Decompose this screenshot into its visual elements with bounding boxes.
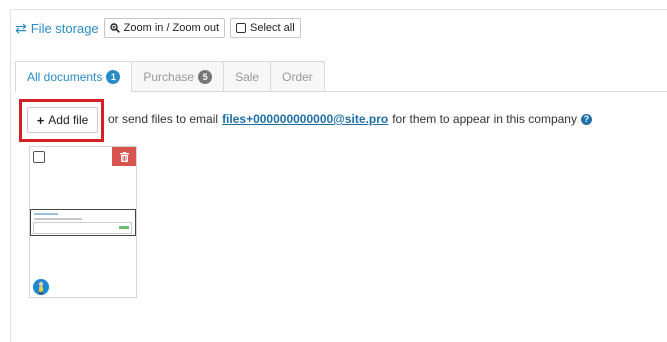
document-tabs: All documents 1 Purchase 5 Sale Order — [15, 61, 325, 92]
file-storage-label: File storage — [30, 20, 99, 36]
thumbnail-detail — [119, 226, 129, 229]
magnifier-icon — [109, 23, 120, 33]
tab-count-badge: 5 — [198, 69, 213, 84]
file-storage-title[interactable]: ⇄ File storage — [15, 21, 99, 36]
tab-order[interactable]: Order — [270, 61, 325, 91]
toolbar: ⇄ File storage Zoom in / Zoom out Select… — [15, 17, 301, 39]
panel-border-top — [10, 9, 667, 10]
tab-purchase[interactable]: Purchase 5 — [131, 61, 225, 91]
tab-all-documents[interactable]: All documents 1 — [15, 61, 133, 92]
email-text-before: or send files to email — [108, 112, 219, 126]
zoom-button-label: Zoom in / Zoom out — [123, 22, 220, 34]
tab-label: All documents — [27, 70, 103, 84]
select-all-button[interactable]: Select all — [230, 18, 301, 38]
email-link[interactable]: files+000000000000@site.pro — [222, 112, 388, 126]
delete-file-button[interactable] — [112, 147, 136, 166]
plus-icon: + — [36, 112, 45, 128]
zoom-button[interactable]: Zoom in / Zoom out — [103, 18, 226, 38]
select-all-checkbox-icon — [236, 23, 247, 33]
tab-sale[interactable]: Sale — [223, 61, 272, 91]
tab-label: Purchase — [143, 69, 195, 84]
file-select-checkbox[interactable] — [33, 151, 45, 163]
thumbnail-detail — [34, 218, 82, 220]
thumbnail-detail — [33, 222, 132, 234]
select-all-label: Select all — [250, 22, 295, 34]
file-card[interactable] — [29, 146, 137, 298]
tab-count-badge: 1 — [106, 70, 121, 84]
trash-icon — [119, 151, 129, 162]
panel-border-left — [10, 9, 11, 342]
thumbnail-detail — [34, 213, 58, 215]
add-file-button[interactable]: + Add file — [27, 107, 98, 133]
swap-arrows-icon: ⇄ — [15, 20, 27, 36]
tab-label: Order — [282, 69, 313, 84]
question-circle-icon[interactable]: ? — [580, 113, 592, 125]
tab-label: Sale — [235, 69, 260, 84]
add-file-label: Add file — [48, 113, 89, 127]
uploader-avatar — [33, 279, 49, 295]
email-text-after: for them to appear in this company — [392, 112, 577, 126]
email-upload-hint: or send files to email files+00000000000… — [108, 112, 592, 126]
file-thumbnail[interactable] — [30, 209, 136, 236]
